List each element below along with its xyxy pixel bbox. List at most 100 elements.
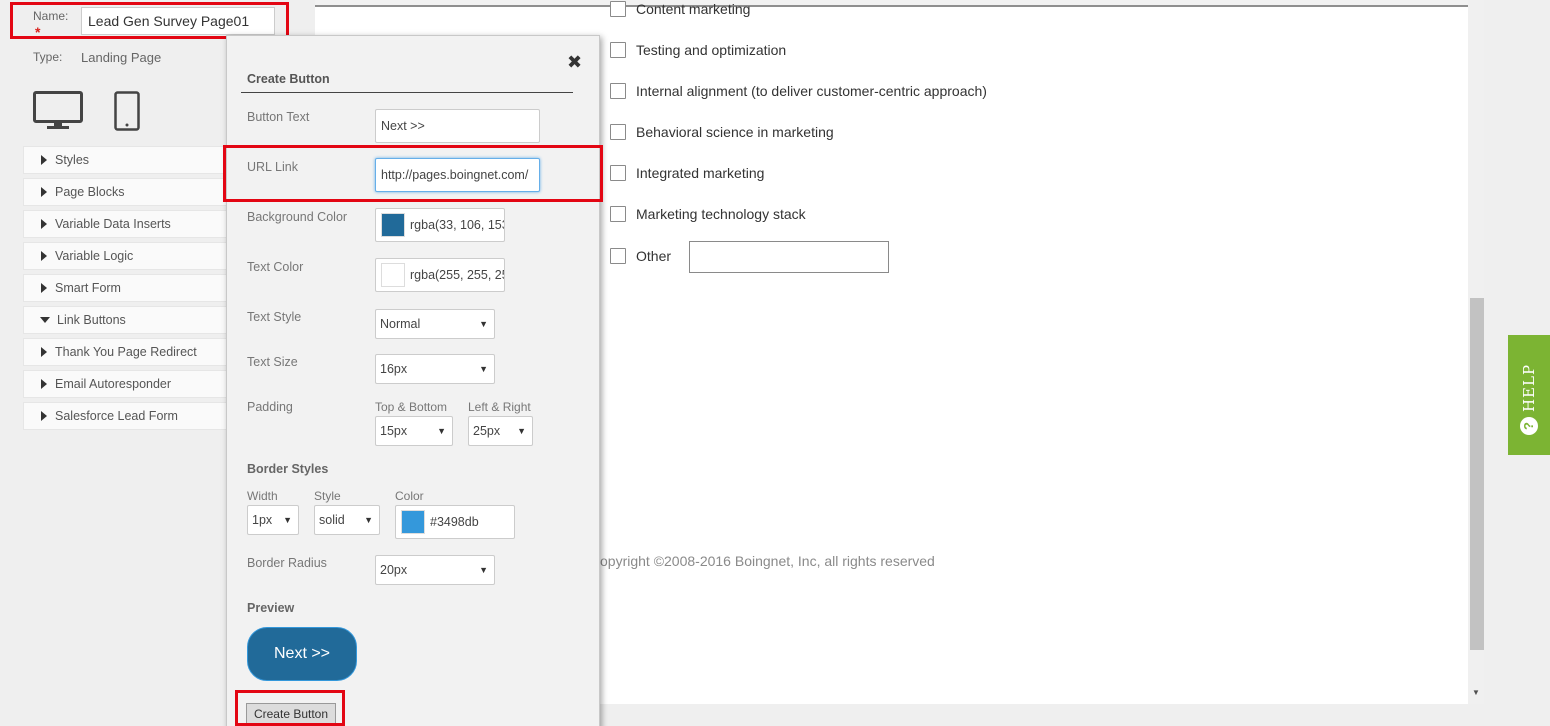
option-label: Marketing technology stack (636, 206, 806, 222)
caret-right-icon (41, 219, 47, 229)
option-internal-alignment[interactable]: Internal alignment (to deliver customer-… (610, 83, 987, 99)
option-martech-stack[interactable]: Marketing technology stack (610, 206, 806, 222)
option-other[interactable]: Other (610, 248, 671, 264)
canvas-top-bar (315, 0, 1468, 7)
border-width-label: Width (247, 489, 278, 503)
close-icon[interactable]: ✖ (567, 52, 582, 73)
border-radius-value: 20px (380, 563, 408, 577)
option-label: Internal alignment (to deliver customer-… (636, 83, 987, 99)
accordion-page-blocks[interactable]: Page Blocks (23, 178, 227, 206)
preview-heading: Preview (247, 601, 295, 615)
background-color-value: rgba(33, 106, 153, 1) (410, 218, 504, 232)
builder-accordion: Styles Page Blocks Variable Data Inserts… (23, 146, 227, 434)
copyright-text: opyright ©2008-2016 Boingnet, Inc, all r… (600, 553, 935, 569)
checkbox[interactable] (610, 83, 626, 99)
accordion-thank-you-redirect[interactable]: Thank You Page Redirect (23, 338, 227, 366)
option-label: Behavioral science in marketing (636, 124, 834, 140)
dropdown-arrow-icon: ▼ (517, 426, 526, 436)
text-size-value: 16px (380, 362, 408, 376)
accordion-label: Smart Form (55, 281, 121, 295)
checkbox[interactable] (610, 248, 626, 264)
other-text-input[interactable] (689, 241, 889, 273)
caret-right-icon (41, 283, 47, 293)
option-label: Content marketing (636, 1, 751, 17)
border-color-value: #3498db (430, 515, 479, 529)
accordion-label: Link Buttons (57, 313, 126, 327)
caret-down-icon (40, 317, 50, 323)
scroll-down-arrow-icon[interactable]: ▼ (1470, 688, 1482, 700)
checkbox[interactable] (610, 124, 626, 140)
accordion-variable-data-inserts[interactable]: Variable Data Inserts (23, 210, 227, 238)
background-color-picker[interactable]: rgba(33, 106, 153, 1) (375, 208, 505, 242)
accordion-label: Page Blocks (55, 185, 125, 199)
checkbox[interactable] (610, 206, 626, 222)
title-divider (241, 92, 573, 93)
background-color-swatch[interactable] (381, 213, 405, 237)
border-color-picker[interactable]: #3498db (395, 505, 515, 539)
accordion-label: Thank You Page Redirect (55, 345, 197, 359)
accordion-label: Salesforce Lead Form (55, 409, 178, 423)
url-link-label: URL Link (247, 160, 298, 174)
padding-label: Padding (247, 400, 293, 414)
caret-right-icon (41, 347, 47, 357)
option-integrated-marketing[interactable]: Integrated marketing (610, 165, 764, 181)
caret-right-icon (41, 187, 47, 197)
create-button-dialog: ✖ Create Button Button Text URL Link Bac… (226, 35, 600, 726)
padding-top-bottom-select[interactable]: 15px ▼ (375, 416, 453, 446)
option-label: Integrated marketing (636, 165, 765, 181)
accordion-salesforce-lead-form[interactable]: Salesforce Lead Form (23, 402, 227, 430)
padding-top-bottom-value: 15px (380, 424, 408, 438)
url-link-input[interactable] (375, 158, 540, 192)
name-label: Name: (33, 9, 69, 23)
border-color-label: Color (395, 489, 424, 503)
dropdown-arrow-icon: ▼ (364, 515, 373, 525)
dropdown-arrow-icon: ▼ (479, 319, 488, 329)
help-label: HELP (1520, 363, 1538, 413)
dropdown-arrow-icon: ▼ (283, 515, 292, 525)
canvas-scrollbar-thumb[interactable] (1470, 298, 1484, 650)
desktop-icon[interactable] (33, 91, 83, 131)
option-label: Testing and optimization (636, 42, 787, 58)
text-color-label: Text Color (247, 260, 304, 274)
help-tab[interactable]: HELP ? (1508, 335, 1550, 455)
background-color-label: Background Color (247, 210, 348, 224)
text-color-swatch[interactable] (381, 263, 405, 287)
create-button[interactable]: Create Button (246, 703, 336, 725)
text-size-select[interactable]: 16px ▼ (375, 354, 495, 384)
border-color-swatch[interactable] (401, 510, 425, 534)
text-size-label: Text Size (247, 355, 298, 369)
type-value: Landing Page (81, 50, 162, 65)
border-style-value: solid (319, 513, 345, 527)
accordion-label: Styles (55, 153, 90, 167)
required-marker: * (35, 24, 41, 40)
checkbox[interactable] (610, 165, 626, 181)
top-bottom-label: Top & Bottom (375, 400, 448, 414)
accordion-smart-form[interactable]: Smart Form (23, 274, 227, 302)
dropdown-arrow-icon: ▼ (437, 426, 446, 436)
question-icon: ? (1520, 417, 1538, 435)
option-behavioral-science[interactable]: Behavioral science in marketing (610, 124, 834, 140)
padding-left-right-select[interactable]: 25px ▼ (468, 416, 533, 446)
option-content-marketing[interactable]: Content marketing (610, 1, 750, 17)
accordion-variable-logic[interactable]: Variable Logic (23, 242, 227, 270)
text-style-select[interactable]: Normal ▼ (375, 309, 495, 339)
accordion-email-autoresponder[interactable]: Email Autoresponder (23, 370, 227, 398)
border-radius-select[interactable]: 20px ▼ (375, 555, 495, 585)
border-width-select[interactable]: 1px ▼ (247, 505, 299, 535)
accordion-styles[interactable]: Styles (23, 146, 227, 174)
tablet-icon[interactable] (114, 91, 140, 131)
preview-next-button: Next >> (247, 627, 357, 681)
accordion-link-buttons[interactable]: Link Buttons (23, 306, 227, 334)
checkbox[interactable] (610, 1, 626, 17)
caret-right-icon (41, 411, 47, 421)
button-text-input[interactable] (375, 109, 540, 143)
text-style-value: Normal (380, 317, 421, 331)
border-radius-label: Border Radius (247, 556, 327, 570)
dialog-title: Create Button (247, 72, 330, 86)
page-name-input[interactable] (81, 7, 275, 35)
option-testing[interactable]: Testing and optimization (610, 42, 786, 58)
border-style-select[interactable]: solid ▼ (314, 505, 380, 535)
checkbox[interactable] (610, 42, 626, 58)
caret-right-icon (41, 155, 47, 165)
text-color-picker[interactable]: rgba(255, 255, 255, 1) (375, 258, 505, 292)
